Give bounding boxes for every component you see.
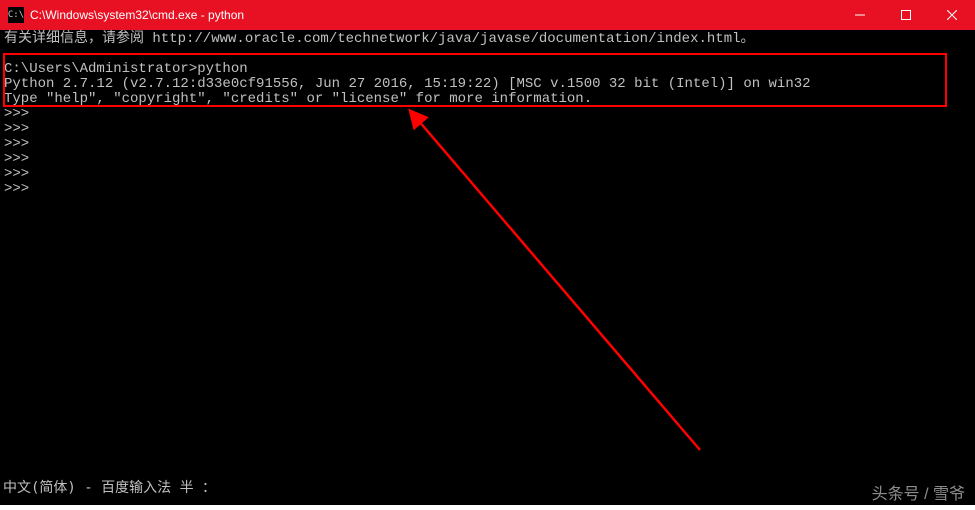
- titlebar[interactable]: C:\ C:\Windows\system32\cmd.exe - python: [0, 0, 975, 30]
- maximize-button[interactable]: [883, 0, 929, 30]
- terminal-prompt: C:\Users\Administrator>python: [4, 61, 248, 77]
- terminal-line: 有关详细信息，请参阅 http://www.oracle.com/technet…: [4, 31, 755, 47]
- repl-prompt: >>>: [4, 151, 29, 167]
- repl-prompt: >>>: [4, 166, 29, 182]
- window-controls: [837, 0, 975, 30]
- ime-statusbar: 中文(简体) - 百度输入法 半 ：: [3, 477, 216, 497]
- repl-prompt: >>>: [4, 106, 29, 122]
- cmd-icon: C:\: [8, 7, 24, 23]
- minimize-button[interactable]: [837, 0, 883, 30]
- cmd-window: C:\ C:\Windows\system32\cmd.exe - python…: [0, 0, 975, 505]
- close-button[interactable]: [929, 0, 975, 30]
- window-title: C:\Windows\system32\cmd.exe - python: [30, 8, 244, 22]
- repl-prompt: >>>: [4, 121, 29, 137]
- python-banner: Type "help", "copyright", "credits" or "…: [4, 91, 592, 107]
- terminal-area[interactable]: 有关详细信息，请参阅 http://www.oracle.com/technet…: [0, 30, 975, 505]
- watermark: 头条号 / 雪爷: [872, 480, 965, 504]
- python-banner: Python 2.7.12 (v2.7.12:d33e0cf91556, Jun…: [4, 76, 811, 92]
- repl-prompt: >>>: [4, 136, 29, 152]
- repl-prompt: >>>: [4, 181, 29, 197]
